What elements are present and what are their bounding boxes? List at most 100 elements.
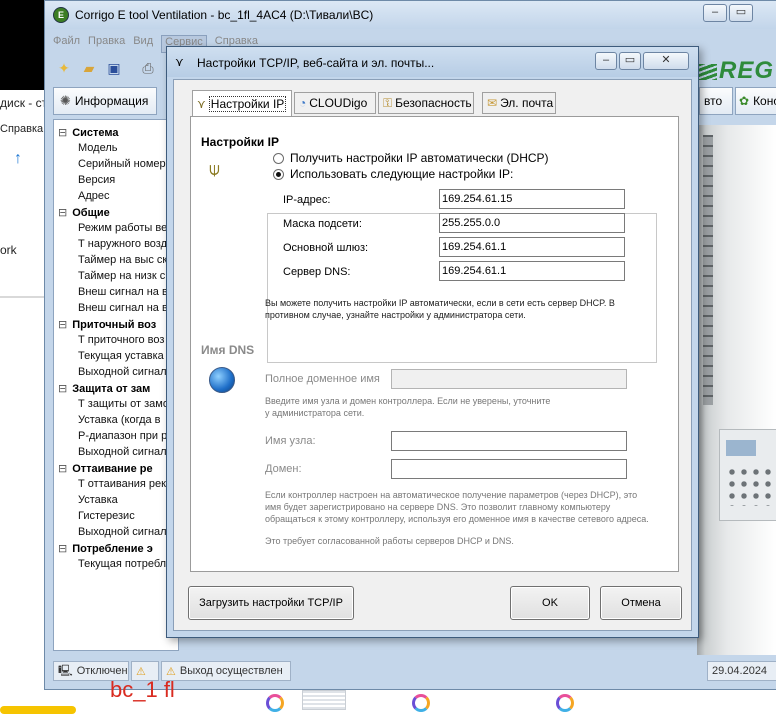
load-tcpip-settings-button[interactable]: Загрузить настройки TCP/IP (188, 586, 354, 620)
tree-item[interactable]: Т защиты от замо (78, 398, 169, 410)
tree-item[interactable]: Уставка (когда в (78, 414, 161, 426)
open-folder-icon[interactable]: ▰ (78, 57, 100, 79)
menu-view[interactable]: Вид (133, 35, 153, 53)
tree-group[interactable]: Потребление э (58, 542, 153, 555)
app-ring-icon[interactable] (556, 694, 574, 712)
tab-cloudigo[interactable]: ◔ CLOUDigo (294, 92, 376, 114)
tab-email-label: Эл. почта (500, 96, 554, 110)
dialog-close-button[interactable]: ✕ (643, 52, 689, 70)
info-tree[interactable]: Система Модель Серийный номер Версия Адрес Об… (53, 119, 179, 651)
tab-security[interactable]: ⚿ Безопасность (378, 92, 474, 114)
manual-ip-group (267, 213, 657, 363)
network-icon: ⋎ (197, 96, 206, 111)
tab-ip-settings-label: Настройки IP (208, 95, 287, 112)
app-ring-icon[interactable] (266, 694, 284, 712)
new-file-icon[interactable]: ✦ (53, 57, 75, 79)
tree-item[interactable]: Внеш сигнал на в (78, 302, 168, 314)
tree-item[interactable]: Р-диапазон при р (78, 430, 167, 442)
taskbar-thumbnail[interactable] (302, 690, 346, 710)
radio-dhcp-label: Получить настройки IP автоматически (DHC… (290, 151, 549, 165)
app-title: Corrigo E tool Ventilation - bc_1fl_4AC4… (75, 8, 374, 22)
warning-icon: ⚠ (166, 665, 176, 678)
dialog-minimize-button[interactable]: – (595, 52, 617, 70)
toolbar-separator (128, 57, 134, 79)
dns-hint: Введите имя узла и домен контроллера. Ес… (265, 396, 551, 418)
tree-group[interactable]: Система (58, 126, 118, 139)
menu-edit[interactable]: Правка (88, 35, 125, 53)
tree-group[interactable]: Защита от зам (58, 382, 150, 395)
save-icon[interactable]: ▣ (103, 57, 125, 79)
radio-manual[interactable]: Использовать следующие настройки IP: (273, 167, 516, 181)
tab-ip-settings[interactable]: ⋎ Настройки IP (192, 90, 292, 116)
status-date: 29.04.2024 (707, 661, 776, 681)
tree-item[interactable]: Текущая уставка (78, 350, 164, 362)
tree-item[interactable]: Т приточного воз (78, 334, 164, 346)
ip-settings-panel: Настройки IP ⍦ Получить настройки IP авт… (190, 116, 679, 572)
tree-item[interactable]: Серийный номер (78, 158, 166, 170)
tree-item[interactable]: Выходной сигнал (78, 526, 167, 538)
host-name-input[interactable] (391, 431, 627, 451)
fqdn-label: Полное доменное имя (265, 373, 380, 385)
tab-console[interactable]: ✿ Конс (735, 87, 776, 115)
tree-item[interactable]: Гистерезис (78, 510, 135, 522)
subnet-mask-label: Маска подсети: (283, 218, 362, 230)
ip-address-input[interactable]: 169.254.61.15 (439, 189, 625, 209)
tab-console-label: Конс (753, 94, 776, 108)
background-text: Справка (0, 123, 44, 135)
toolbar: ✦ ▰ ▣ ⎙ ✎ (53, 57, 184, 83)
tab-partial-label: вто (704, 94, 723, 108)
dialog-title-bar: ⋎ Настройки TCP/IP, веб-сайта и эл. почт… (167, 47, 698, 77)
tree-group[interactable]: Приточный воз (58, 318, 156, 331)
radio-manual-indicator[interactable] (273, 168, 284, 180)
dns-dhcp-requirement-note: Это требует согласованной работы серверо… (265, 536, 514, 546)
maximize-button[interactable]: ▭ (729, 4, 753, 22)
dialog-body: ⋎ Настройки IP ◔ CLOUDigo ⚿ Безопасность… (173, 79, 692, 631)
tree-group[interactable]: Общие (58, 206, 110, 219)
status-exit: ⚠ Выход осуществлен (161, 661, 291, 681)
tree-item[interactable]: Т оттаивания рек (78, 478, 166, 490)
tree-item[interactable]: Таймер на низк с (78, 270, 165, 282)
tree-item[interactable]: Версия (78, 174, 115, 186)
tab-partial[interactable]: вто (699, 87, 733, 115)
tree-group[interactable]: Оттаивание ре (58, 462, 152, 475)
globe-icon (209, 367, 235, 393)
brand-logo: REG (697, 57, 774, 85)
plant-icon: ✿ (739, 94, 750, 108)
cancel-button[interactable]: Отмена (600, 586, 682, 620)
network-icon: ⋎ (175, 55, 184, 69)
subnet-mask-input[interactable]: 255.255.0.0 (439, 213, 625, 233)
dns-server-label: Сервер DNS: (283, 266, 351, 278)
envelope-icon: ✉ (487, 96, 498, 110)
ip-section-heading: Настройки IP (201, 135, 279, 149)
tree-item[interactable]: Модель (78, 142, 117, 154)
domain-label: Домен: (265, 463, 302, 475)
tree-item[interactable]: Текущая потребл (78, 558, 166, 570)
gateway-input[interactable]: 169.254.61.1 (439, 237, 625, 257)
app-ring-icon[interactable] (412, 694, 430, 712)
radio-dhcp[interactable]: Получить настройки IP автоматически (DHC… (273, 151, 549, 165)
tcpip-settings-dialog: ⋎ Настройки TCP/IP, веб-сайта и эл. почт… (166, 46, 699, 638)
tree-item[interactable]: Выходной сигнал (78, 446, 167, 458)
tree-item[interactable]: Таймер на выс ск (78, 254, 167, 266)
tab-cloudigo-label: CLOUDigo (309, 96, 368, 110)
tree-item[interactable]: Режим работы ве (78, 222, 167, 234)
tree-item[interactable]: Адрес (78, 190, 110, 202)
dns-server-input[interactable]: 169.254.61.1 (439, 261, 625, 281)
tab-information[interactable]: ✺ Информация (53, 87, 157, 115)
dhcp-note: Вы можете получить настройки IP автомати… (265, 298, 615, 320)
tree-item[interactable]: Выходной сигнал (78, 366, 167, 378)
background-text: ork (0, 243, 17, 257)
tab-email[interactable]: ✉ Эл. почта (482, 92, 556, 114)
tree-item[interactable]: Уставка (78, 494, 118, 506)
print-icon[interactable]: ⎙ (137, 57, 159, 79)
tree-item[interactable]: Внеш сигнал на в (78, 286, 168, 298)
ok-button[interactable]: OK (510, 586, 590, 620)
minimize-button[interactable]: – (703, 4, 727, 22)
tree-item[interactable]: Т наружного возд (78, 238, 167, 250)
dialog-maximize-button[interactable]: ▭ (619, 52, 641, 70)
domain-input[interactable] (391, 459, 627, 479)
app-title-bar: E Corrigo E tool Ventilation - bc_1fl_4A… (45, 1, 776, 29)
menu-file[interactable]: Файл (53, 35, 80, 53)
radio-dhcp-indicator[interactable] (273, 152, 284, 164)
tab-security-label: Безопасность (395, 96, 472, 110)
